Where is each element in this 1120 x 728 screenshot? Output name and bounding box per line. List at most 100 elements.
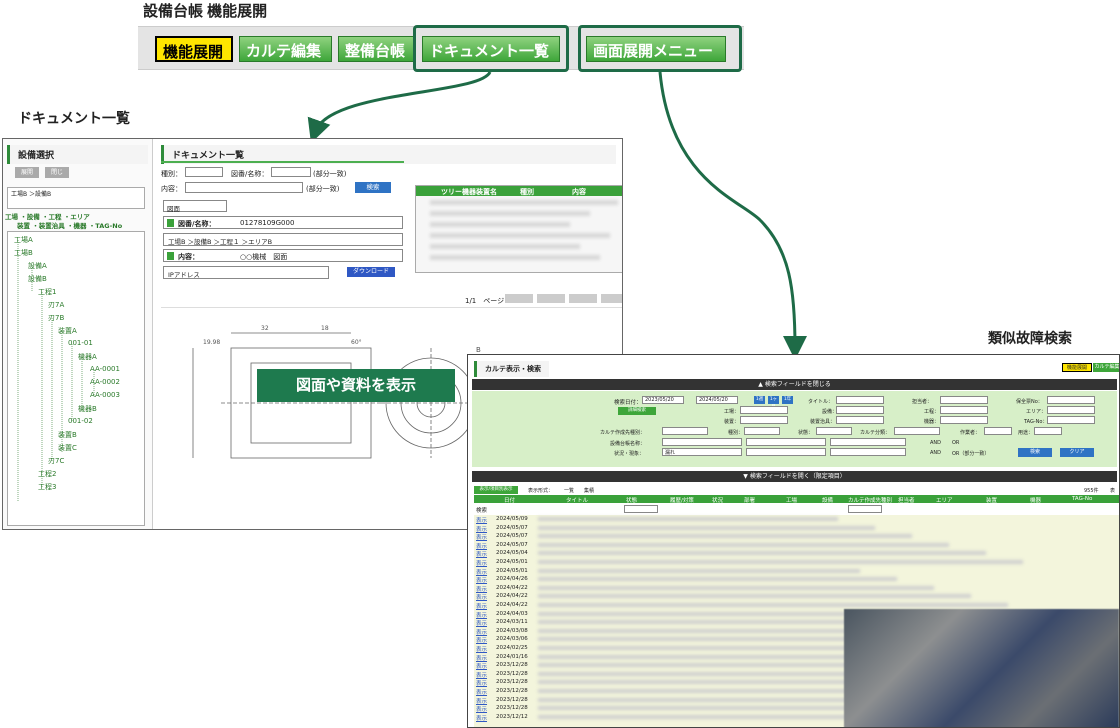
worker-select[interactable]	[984, 427, 1012, 435]
table-row[interactable]	[430, 200, 618, 205]
form-label: 状況・現象：	[614, 451, 645, 457]
last-page-button[interactable]	[601, 294, 622, 303]
collapse-button[interactable]: 閉じ	[45, 167, 69, 178]
row-detail-link[interactable]: 表示	[476, 593, 487, 601]
date-from-input[interactable]: 2023/05/20	[642, 396, 684, 404]
status-input-3[interactable]	[830, 448, 906, 456]
row-detail-link[interactable]: 表示	[476, 679, 487, 687]
machine-input[interactable]	[940, 416, 988, 424]
row-detail-link[interactable]: 表示	[476, 671, 487, 679]
row-detail-link[interactable]: 表示	[476, 516, 487, 524]
and-radio-2[interactable]: AND	[930, 450, 941, 456]
table-row[interactable]	[430, 222, 570, 227]
drawing-input[interactable]	[271, 167, 311, 177]
results-body: 表示 2024/05/09 表示 2024/05/07 表示 2024/05/07 表示 20…	[474, 515, 1119, 727]
prev-page-button[interactable]	[537, 294, 565, 303]
date-to-input[interactable]: 2024/05/20	[696, 396, 738, 404]
row-date: 2023/12/28	[496, 688, 528, 694]
row-content	[538, 594, 971, 599]
detail-search-button[interactable]: 詳細検索	[618, 407, 656, 415]
staff-input[interactable]	[940, 396, 988, 404]
status-input-2[interactable]	[746, 448, 826, 456]
row-detail-link[interactable]: 表示	[476, 705, 487, 713]
row-detail-link[interactable]: 表示	[476, 636, 487, 644]
row-detail-link[interactable]: 表示	[476, 525, 487, 533]
next-page-button[interactable]	[569, 294, 597, 303]
factory-input[interactable]	[740, 406, 788, 414]
selected-path: 工場B ＞設備B	[7, 187, 145, 209]
ledger-name-input[interactable]	[662, 438, 742, 446]
area-input[interactable]	[1047, 406, 1095, 414]
row-date: 2024/05/07	[496, 533, 528, 540]
badge-karte[interactable]: カルテ編集	[1093, 363, 1119, 372]
karte-type-filter-select[interactable]	[848, 505, 882, 513]
or-partial-radio[interactable]: OR（部分一致）	[952, 450, 989, 457]
state-select[interactable]	[816, 427, 852, 435]
row-detail-link[interactable]: 表示	[476, 697, 487, 705]
form-label: 設備台帳名称：	[610, 441, 646, 447]
and-radio[interactable]: AND	[930, 440, 941, 446]
slip-input[interactable]	[1047, 396, 1095, 404]
search-button[interactable]: 検索	[355, 182, 391, 193]
ledger-name-input-3[interactable]	[830, 438, 906, 446]
table-row[interactable]	[430, 244, 580, 249]
row-detail-link[interactable]: 表示	[476, 611, 487, 619]
col-header: 日付	[504, 498, 516, 504]
row-detail-link[interactable]: 表示	[476, 619, 487, 627]
device-input[interactable]	[740, 416, 788, 424]
row-detail-link[interactable]: 表示	[476, 714, 487, 722]
row-detail-link[interactable]: 表示	[476, 585, 487, 593]
title-input[interactable]	[836, 396, 884, 404]
row-detail-link[interactable]: 表示	[476, 662, 487, 670]
row-detail-link[interactable]: 表示	[476, 533, 487, 541]
clear-button[interactable]: クリア	[1060, 448, 1094, 457]
row-detail-link[interactable]: 表示	[476, 542, 487, 550]
document-section-label: ドキュメント一覧	[18, 110, 130, 126]
type-select[interactable]	[185, 167, 223, 177]
year-button[interactable]: 1年	[782, 396, 793, 404]
karte-search-button[interactable]: 検索	[1018, 448, 1052, 457]
display-aggregate-radio[interactable]: 集積	[584, 487, 594, 494]
row-date: 2023/12/12	[496, 713, 528, 720]
table-row[interactable]	[430, 233, 610, 238]
content-input[interactable]	[185, 182, 303, 193]
row-detail-link[interactable]: 表示	[476, 654, 487, 662]
expand-button[interactable]: 展開	[15, 167, 39, 178]
download-button[interactable]: ダウンロード	[347, 267, 395, 277]
row-detail-link[interactable]: 表示	[476, 568, 487, 576]
row-detail-link[interactable]: 表示	[476, 688, 487, 696]
equipment-input[interactable]	[836, 406, 884, 414]
process-input[interactable]	[940, 406, 988, 414]
row-detail-link[interactable]: 表示	[476, 628, 487, 636]
row-date: 2023/12/28	[496, 662, 528, 669]
karte-type-select[interactable]	[662, 427, 708, 435]
table-row[interactable]	[430, 211, 590, 216]
week-button[interactable]: 1週	[754, 396, 765, 404]
col-header: エリア	[936, 498, 953, 504]
status-filter-select[interactable]	[624, 505, 658, 513]
status-input[interactable]: 漏れ	[662, 448, 742, 456]
row-detail-link[interactable]: 表示	[476, 550, 487, 558]
tag-input[interactable]	[1047, 416, 1095, 424]
display-list-radio[interactable]: 一覧	[564, 487, 574, 494]
or-radio[interactable]: OR	[952, 440, 959, 446]
month-button[interactable]: 1ヶ月	[768, 396, 779, 410]
jig-input[interactable]	[836, 416, 884, 424]
badge-function[interactable]: 機能展開	[1062, 363, 1092, 372]
kind-select[interactable]	[744, 427, 780, 435]
tree-header-2: 装置 ・装置治具 ・機器 ・TAG-No	[17, 222, 123, 230]
row-date: 2024/05/07	[496, 524, 528, 531]
row-detail-link[interactable]: 表示	[476, 559, 487, 567]
row-detail-link[interactable]: 表示	[476, 576, 487, 584]
search-field-toggle[interactable]: ▲ 検索フィールドを閉じる	[472, 379, 1117, 390]
ledger-name-input-2[interactable]	[746, 438, 826, 446]
limited-field-toggle[interactable]: ▼ 検索フィールドを開く（限定項目）	[472, 471, 1117, 482]
first-page-button[interactable]	[505, 294, 533, 303]
row-detail-link[interactable]: 表示	[476, 645, 487, 653]
usage-select[interactable]	[1034, 427, 1062, 435]
table-row[interactable]	[430, 255, 600, 260]
row-detail-link[interactable]: 表示	[476, 602, 487, 610]
col-header: 履歴/対策	[670, 498, 694, 504]
show-hide-button[interactable]: 表示/項目別表示	[474, 486, 518, 494]
category-select[interactable]	[894, 427, 940, 435]
